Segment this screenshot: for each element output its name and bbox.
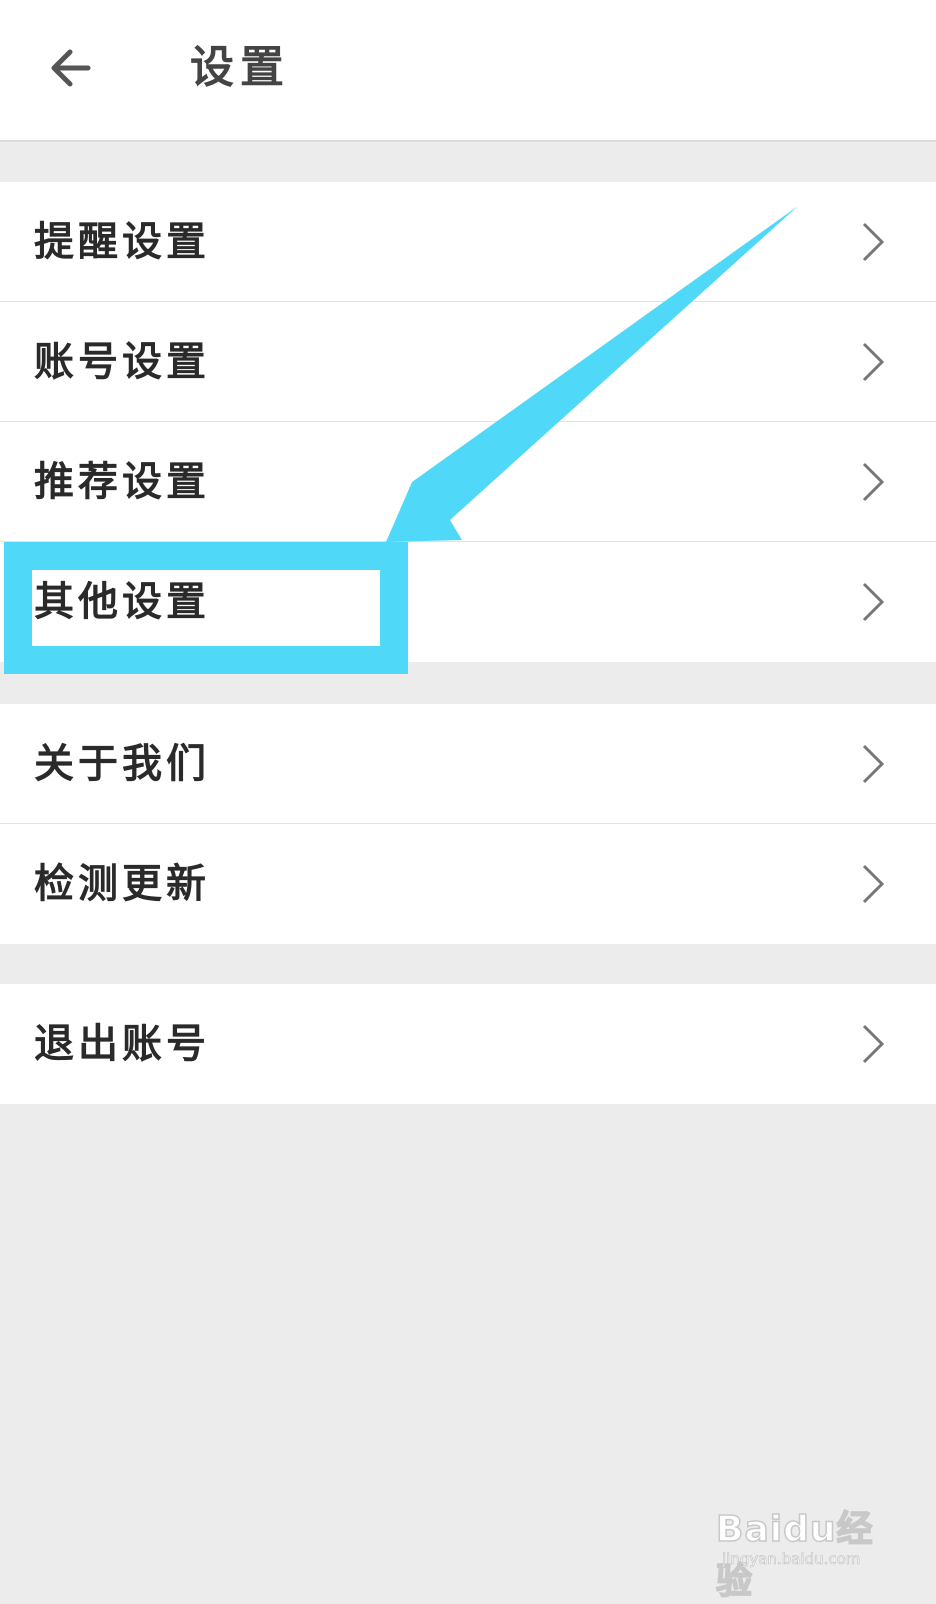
chevron-right-icon	[862, 864, 885, 904]
watermark-url: jingyan.baidu.com	[722, 1550, 861, 1569]
settings-item-label: 退出账号	[34, 1020, 210, 1067]
settings-item-label: 其他设置	[34, 578, 210, 625]
settings-item-recommend[interactable]: 推荐设置	[0, 422, 936, 542]
settings-item-logout[interactable]: 退出账号	[0, 984, 936, 1104]
settings-group-2: 关于我们 检测更新	[0, 704, 936, 944]
settings-item-label: 推荐设置	[34, 458, 210, 505]
chevron-right-icon	[862, 744, 885, 784]
settings-item-about[interactable]: 关于我们	[0, 704, 936, 824]
settings-item-account[interactable]: 账号设置	[0, 302, 936, 422]
settings-item-label: 提醒设置	[34, 218, 210, 265]
chevron-right-icon	[862, 1024, 885, 1064]
settings-group-3: 退出账号	[0, 984, 936, 1104]
chevron-right-icon	[862, 222, 885, 262]
settings-item-label: 检测更新	[34, 860, 210, 907]
back-button[interactable]	[40, 38, 100, 98]
header-bar: 设置	[0, 0, 936, 142]
settings-item-reminder[interactable]: 提醒设置	[0, 182, 936, 302]
chevron-right-icon	[862, 342, 885, 382]
settings-item-label: 账号设置	[34, 338, 210, 385]
chevron-right-icon	[862, 462, 885, 502]
settings-item-other[interactable]: 其他设置	[0, 542, 936, 662]
settings-item-label: 关于我们	[34, 740, 210, 787]
settings-item-update[interactable]: 检测更新	[0, 824, 936, 944]
watermark-logo: Baidu经验	[715, 1508, 874, 1603]
arrow-left-icon	[51, 49, 91, 87]
chevron-right-icon	[862, 582, 885, 622]
watermark: Baidu经验 jingyan.baidu.com	[715, 1500, 906, 1603]
settings-group-1: 提醒设置 账号设置 推荐设置 其他设置	[0, 182, 936, 662]
page-title: 设置	[190, 42, 290, 93]
